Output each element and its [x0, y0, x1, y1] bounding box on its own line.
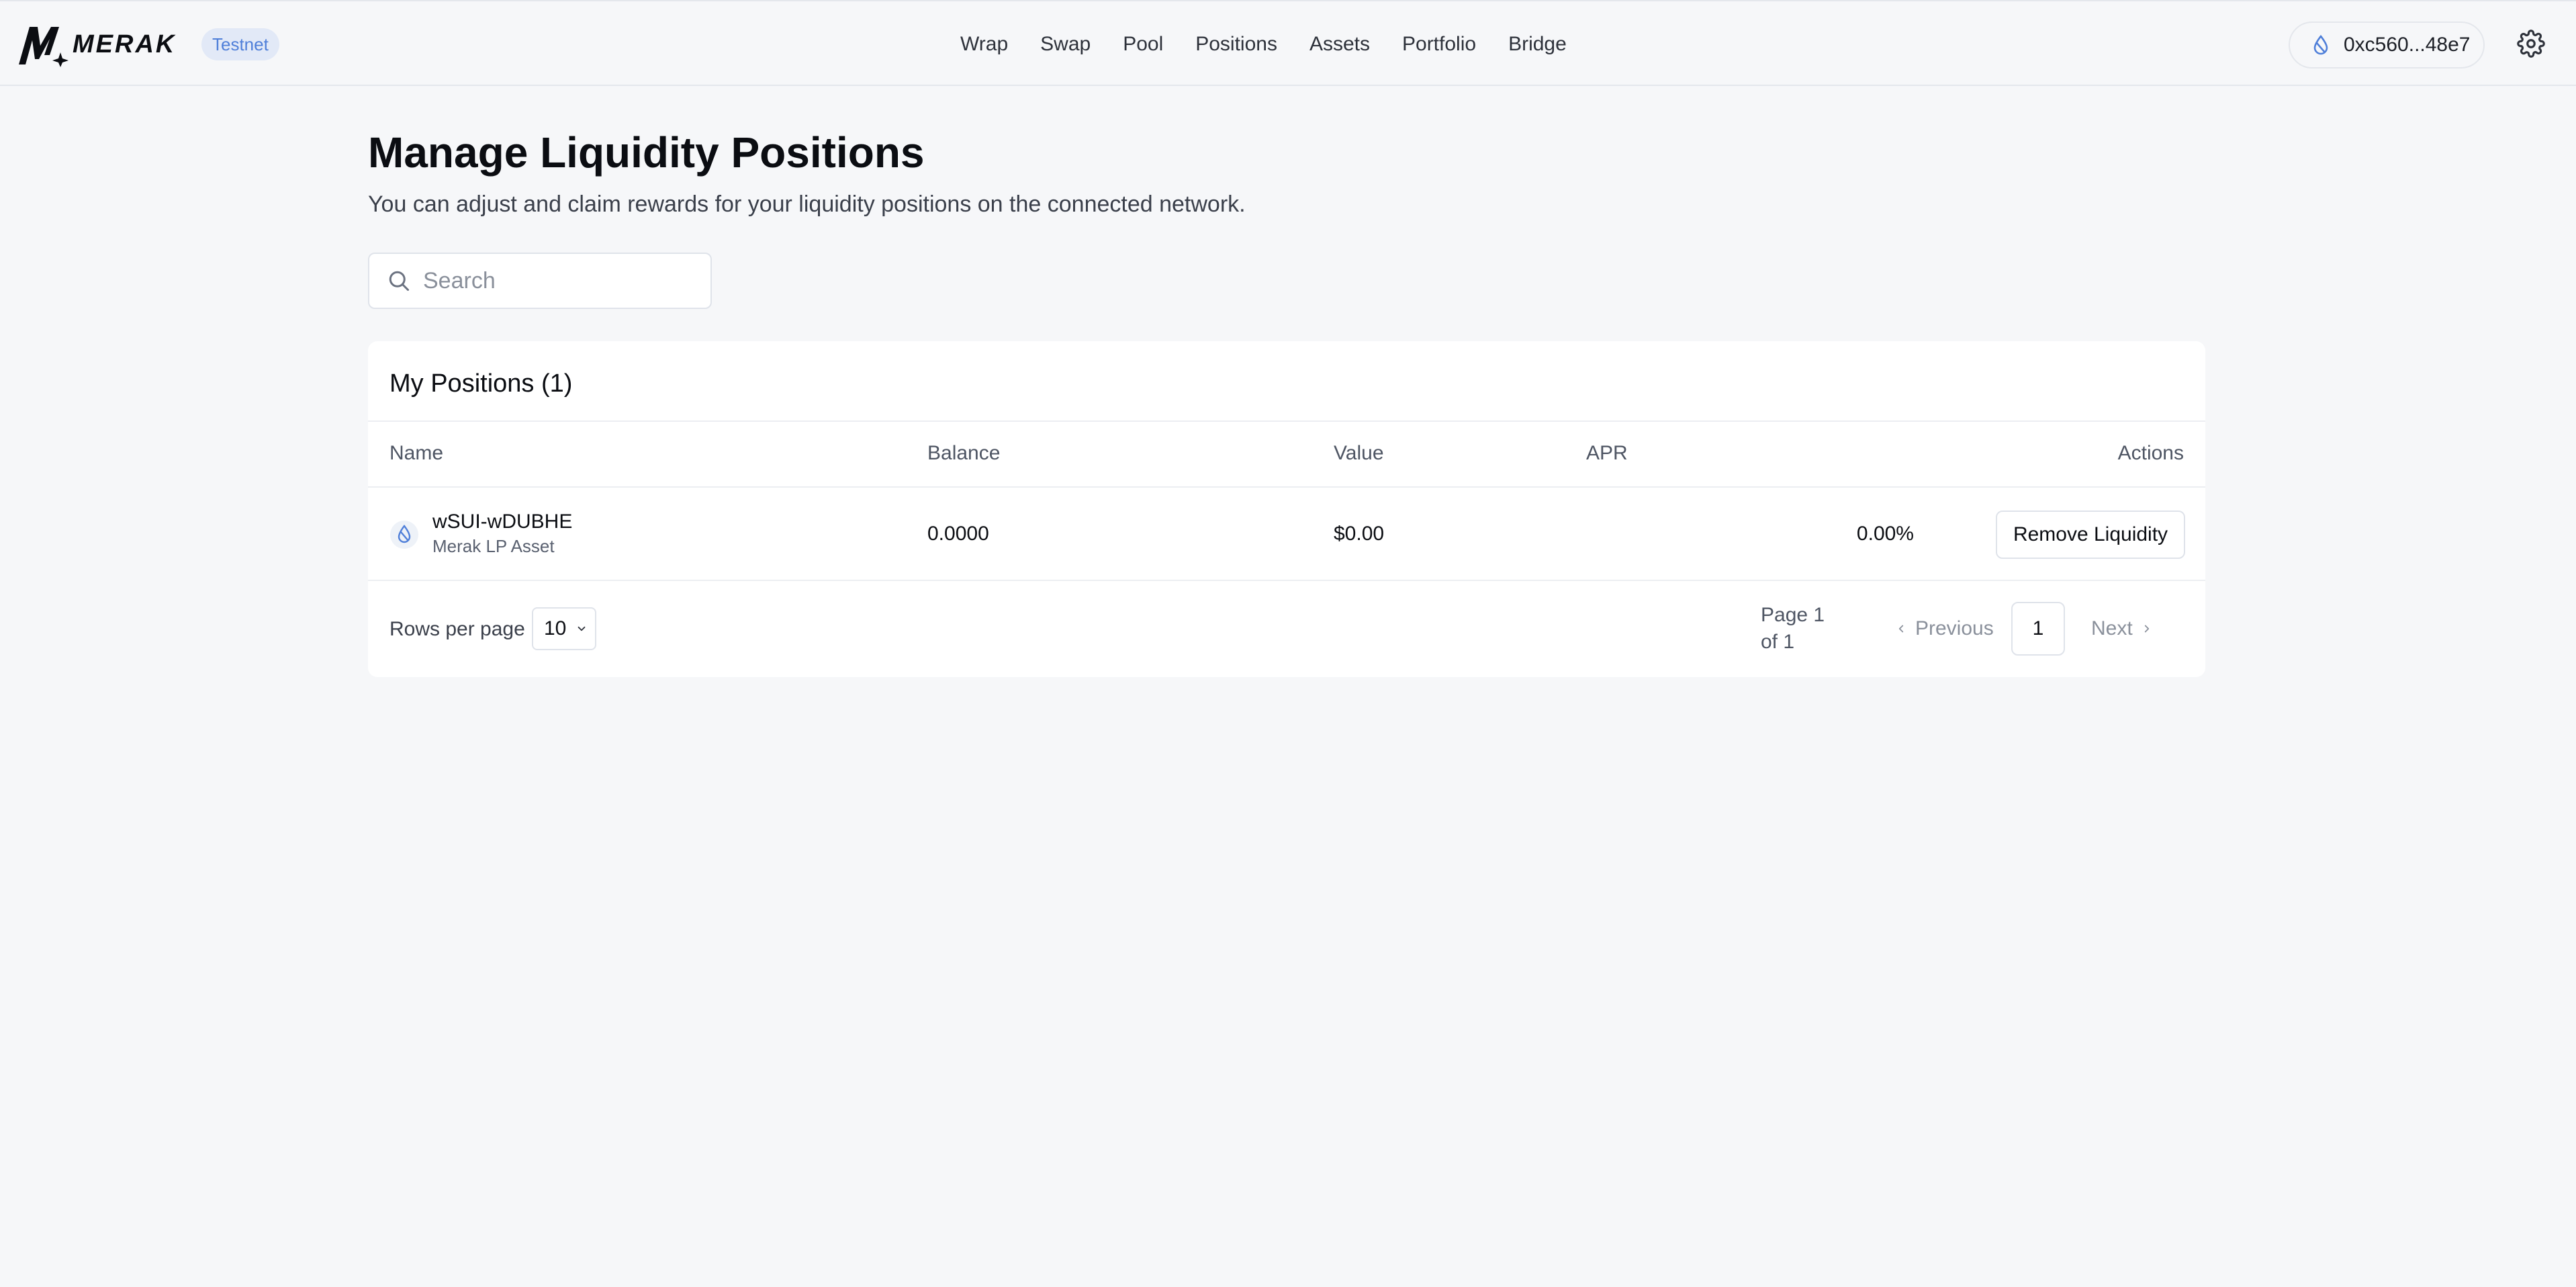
nav-portfolio[interactable]: Portfolio — [1402, 33, 1476, 56]
main-nav: Wrap Swap Pool Positions Assets Portfoli… — [960, 1, 1599, 87]
position-name: wSUI-wDUBHE — [432, 511, 573, 533]
position-subtitle: Merak LP Asset — [432, 536, 555, 556]
positions-card: My Positions (1) Name Balance Value APR … — [368, 341, 2205, 677]
column-header-balance: Balance — [927, 442, 1001, 464]
rows-per-page-select[interactable]: 10 — [532, 607, 596, 650]
page-subtitle: You can adjust and claim rewards for you… — [368, 191, 1246, 217]
merak-logo[interactable]: MERAK — [17, 21, 176, 67]
position-apr: 0.00% — [1856, 523, 1914, 545]
search-icon — [387, 269, 411, 293]
divider — [368, 486, 2205, 488]
position-value: $0.00 — [1334, 523, 1385, 545]
chevron-down-icon — [578, 626, 586, 631]
rows-per-page-value: 10 — [544, 617, 567, 639]
wallet-address: 0xc560...48e7 — [2344, 34, 2471, 56]
page-title: Manage Liquidity Positions — [368, 128, 925, 177]
chevron-right-icon — [2144, 625, 2149, 633]
network-badge: Testnet — [201, 28, 279, 60]
column-header-actions: Actions — [2117, 442, 2184, 464]
next-page-button[interactable]: Next — [2091, 607, 2161, 650]
page-info: Page 1 of 1 — [1761, 604, 1825, 653]
column-header-name: Name — [389, 442, 444, 464]
brand-name: MERAK — [73, 30, 177, 58]
page-number-button[interactable]: 1 — [2011, 602, 2065, 656]
search-box[interactable] — [368, 253, 712, 309]
next-label: Next — [2091, 617, 2133, 639]
wallet-button[interactable]: 0xc560...48e7 — [2289, 21, 2485, 69]
remove-liquidity-button[interactable]: Remove Liquidity — [1996, 511, 2185, 559]
lp-token-icon — [389, 520, 419, 549]
column-header-value: Value — [1334, 442, 1384, 464]
nav-swap[interactable]: Swap — [1040, 33, 1091, 56]
column-header-apr: APR — [1586, 442, 1628, 464]
nav-bridge[interactable]: Bridge — [1508, 33, 1567, 56]
positions-title: My Positions (1) — [389, 369, 573, 398]
divider — [368, 420, 2205, 422]
nav-positions[interactable]: Positions — [1195, 33, 1277, 56]
rows-per-page-label: Rows per page — [389, 618, 525, 640]
position-balance: 0.0000 — [927, 523, 989, 545]
nav-wrap[interactable]: Wrap — [960, 33, 1008, 56]
gear-icon[interactable] — [2517, 30, 2545, 58]
merak-logo-mark-icon — [19, 27, 68, 67]
nav-assets[interactable]: Assets — [1309, 33, 1370, 56]
top-header: MERAK Testnet Wrap Swap Pool Positions A… — [0, 0, 2576, 86]
previous-label: Previous — [1915, 617, 1994, 639]
water-drop-icon — [2313, 35, 2329, 55]
nav-pool[interactable]: Pool — [1123, 33, 1163, 56]
chevron-left-icon — [1898, 625, 1904, 633]
divider — [368, 580, 2205, 581]
search-input[interactable] — [423, 267, 692, 294]
previous-page-button[interactable]: Previous — [1887, 607, 1994, 650]
